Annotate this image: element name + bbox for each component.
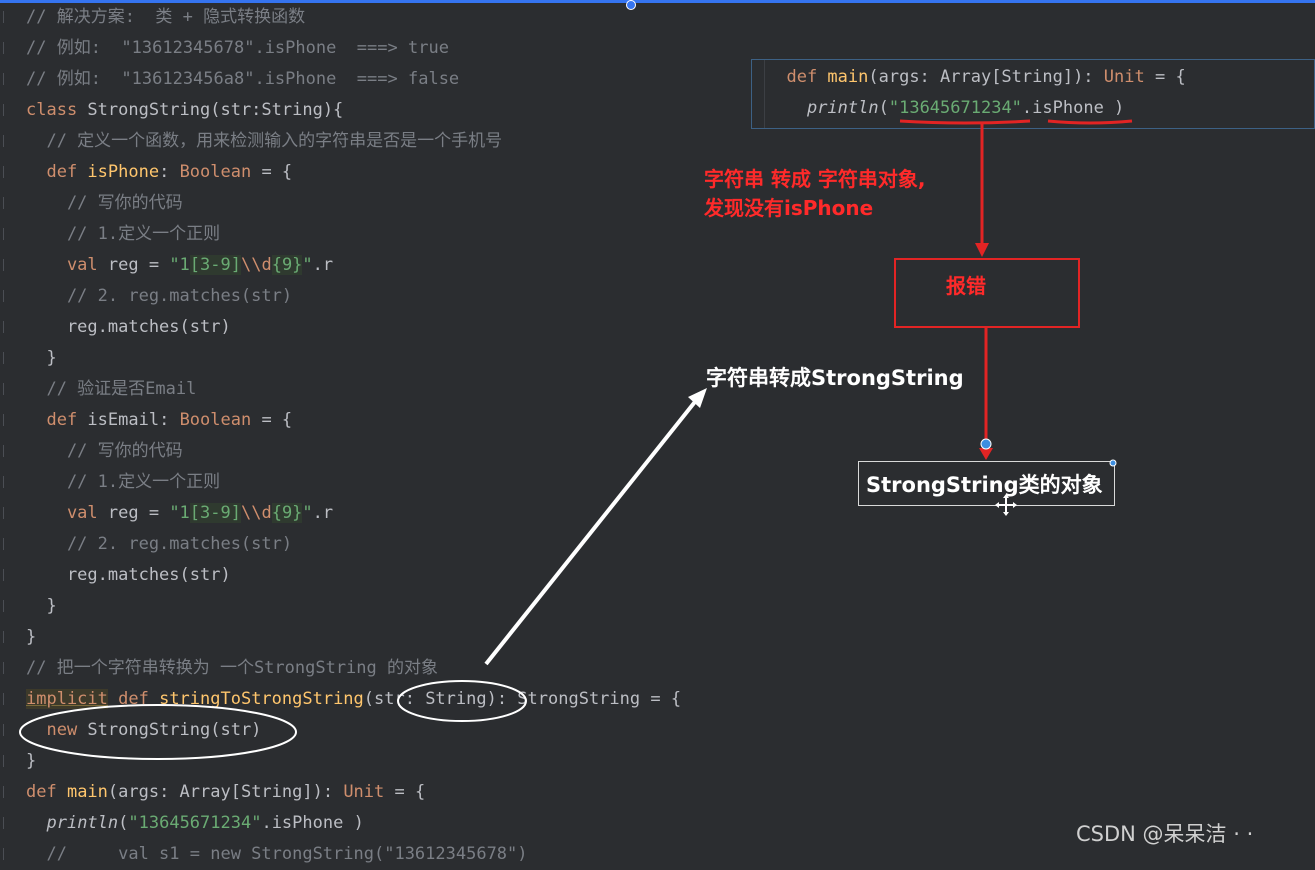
underline-string — [899, 119, 1031, 125]
move-cursor-icon — [995, 494, 1017, 516]
watermark: CSDN @呆呆洁 · · — [1076, 822, 1254, 846]
resize-handle-icon — [1109, 459, 1117, 467]
circle-new-strongstring — [19, 704, 297, 760]
arrow-to-convert — [484, 396, 700, 666]
arrow-node-icon — [980, 438, 992, 450]
arrow-to-error-head — [975, 243, 989, 257]
arrow-to-object-head — [979, 448, 993, 460]
circle-str-param — [397, 680, 527, 722]
annotation-drawings — [19, 119, 1133, 760]
underline-isphone — [1047, 119, 1133, 125]
